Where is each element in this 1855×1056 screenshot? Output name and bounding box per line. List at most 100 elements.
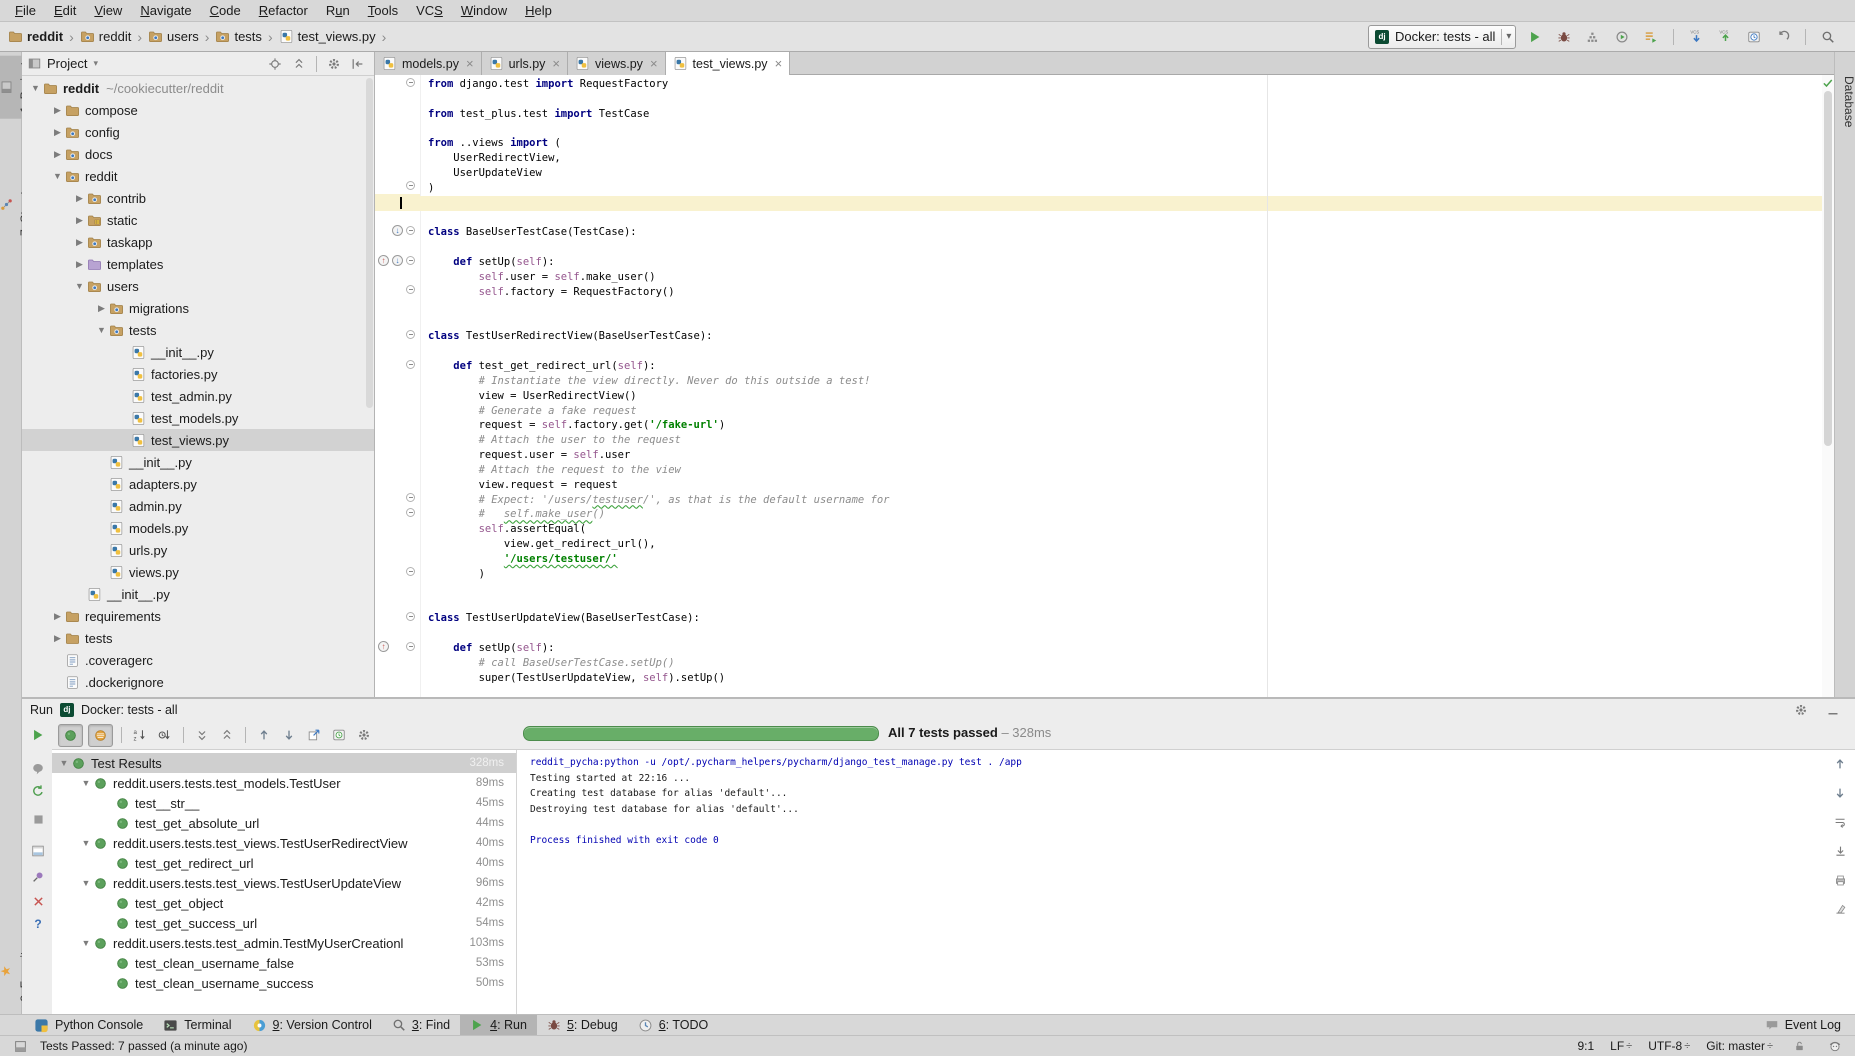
vcs-update-button[interactable]: VCS xyxy=(1686,27,1706,47)
close-tab-icon[interactable]: × xyxy=(775,57,783,70)
previous-occurrence-button[interactable] xyxy=(254,725,274,745)
test-node-test-results[interactable]: ▼Test Results328ms xyxy=(52,753,516,773)
search-everywhere-button[interactable] xyxy=(1818,27,1838,47)
fold-marker-icon[interactable] xyxy=(406,567,415,576)
menu-navigate[interactable]: Navigate xyxy=(131,0,200,22)
fold-marker-icon[interactable] xyxy=(406,612,415,621)
collapsed-arrow-icon[interactable]: ▶ xyxy=(72,216,87,225)
tree-item-reddit[interactable]: ▼reddit~/cookiecutter/reddit xyxy=(22,77,374,99)
print-console-button[interactable] xyxy=(1830,870,1850,890)
fold-marker-icon[interactable] xyxy=(406,508,415,517)
breadcrumb-test-views-py[interactable]: test_views.py xyxy=(279,29,376,44)
tree-item-admin-py[interactable]: admin.py xyxy=(22,495,374,517)
test-node-test-get-success-url[interactable]: test_get_success_url54ms xyxy=(52,913,516,933)
event-log-button[interactable]: Event Log xyxy=(1765,1018,1855,1032)
code-line[interactable] xyxy=(428,240,1822,255)
tree-item-users[interactable]: ▼users xyxy=(22,275,374,297)
code-line[interactable]: # Expect: '/users/testuser/', as that is… xyxy=(428,493,1822,508)
toolwindow-9-version-control[interactable]: 9: Version Control xyxy=(242,1015,382,1035)
git-branch-selector[interactable]: Git: master÷ xyxy=(1706,1039,1773,1053)
vcs-commit-button[interactable]: VCS xyxy=(1715,27,1735,47)
tree-item-config[interactable]: ▶config xyxy=(22,121,374,143)
show-ignored-toggle[interactable] xyxy=(88,724,113,747)
tree-item-tests[interactable]: ▼tests xyxy=(22,319,374,341)
breadcrumb-reddit[interactable]: reddit xyxy=(80,29,132,44)
tree-item-views-py[interactable]: views.py xyxy=(22,561,374,583)
tree-item-init-py[interactable]: __init__.py xyxy=(22,583,374,605)
test-node-test-str[interactable]: test__str__45ms xyxy=(52,793,516,813)
code-line[interactable] xyxy=(375,196,1822,211)
rerun-failed-tests-button[interactable] xyxy=(28,781,48,801)
close-tab-icon[interactable]: × xyxy=(466,57,474,70)
code-line[interactable]: view = UserRedirectView() xyxy=(428,389,1822,404)
override-down-icon[interactable]: ↓ xyxy=(392,225,403,236)
tab-database[interactable]: Database xyxy=(1835,76,1855,127)
expanded-arrow-icon[interactable]: ▼ xyxy=(78,839,94,848)
menu-file[interactable]: File xyxy=(6,0,45,22)
hide-run-panel-button[interactable] xyxy=(1823,700,1843,720)
code-line[interactable]: # self.make_user() xyxy=(428,507,1822,522)
code-line[interactable] xyxy=(428,626,1822,641)
code-line[interactable] xyxy=(428,92,1822,107)
menu-edit[interactable]: Edit xyxy=(45,0,85,22)
editor-tab-views-py[interactable]: views.py× xyxy=(568,52,666,75)
tab-1-project[interactable]: 1: Project xyxy=(0,56,22,119)
collapse-all-button[interactable] xyxy=(289,54,309,74)
code-line[interactable]: self.assertEqual( xyxy=(428,522,1822,537)
tree-item-init-py[interactable]: __init__.py xyxy=(22,451,374,473)
fold-marker-icon[interactable] xyxy=(406,330,415,339)
test-history-button[interactable] xyxy=(329,725,349,745)
stop-button[interactable] xyxy=(28,809,48,829)
close-tab-icon[interactable]: × xyxy=(552,57,560,70)
toolwindow-6-todo[interactable]: 6: TODO xyxy=(628,1015,719,1035)
code-line[interactable]: class BaseUserTestCase(TestCase): xyxy=(428,225,1822,240)
collapsed-arrow-icon[interactable]: ▶ xyxy=(50,106,65,115)
caret-position[interactable]: 9:1 xyxy=(1577,1039,1594,1053)
editor-code-area[interactable]: from django.test import RequestFactoryfr… xyxy=(420,75,1822,697)
toolwindow-terminal[interactable]: Terminal xyxy=(153,1015,241,1035)
code-line[interactable] xyxy=(428,344,1822,359)
expanded-arrow-icon[interactable]: ▼ xyxy=(72,282,87,291)
code-line[interactable]: def setUp(self): xyxy=(428,641,1822,656)
tree-item-models-py[interactable]: models.py xyxy=(22,517,374,539)
code-line[interactable]: # Attach the request to the view xyxy=(428,463,1822,478)
code-line[interactable]: from django.test import RequestFactory xyxy=(428,77,1822,92)
code-line[interactable] xyxy=(428,211,1822,226)
vcs-history-button[interactable] xyxy=(1744,27,1764,47)
run-with-coverage-button[interactable] xyxy=(1583,27,1603,47)
run-configurations-button[interactable] xyxy=(1641,27,1661,47)
scroll-to-end-button[interactable] xyxy=(1830,841,1850,861)
locate-file-button[interactable] xyxy=(265,54,285,74)
editor-tab-test-views-py[interactable]: test_views.py× xyxy=(666,52,791,76)
collapsed-arrow-icon[interactable]: ▶ xyxy=(50,634,65,643)
tab-2-favorites[interactable]: ★2: Favorites xyxy=(0,933,22,1008)
expanded-arrow-icon[interactable]: ▼ xyxy=(78,779,94,788)
code-line[interactable]: self.factory = RequestFactory() xyxy=(428,285,1822,300)
tab-7-structure[interactable]: 7: Structure xyxy=(0,168,22,242)
vcs-rollback-button[interactable] xyxy=(1773,27,1793,47)
tree-item-static[interactable]: ▶static xyxy=(22,209,374,231)
menu-tools[interactable]: Tools xyxy=(359,0,407,22)
tree-item-docs[interactable]: ▶docs xyxy=(22,143,374,165)
code-line[interactable]: # Attach the user to the request xyxy=(428,433,1822,448)
notifications-toggle[interactable] xyxy=(28,759,48,779)
code-line[interactable]: UserRedirectView, xyxy=(428,151,1822,166)
export-test-results-button[interactable] xyxy=(304,725,324,745)
fold-marker-icon[interactable] xyxy=(406,226,415,235)
code-line[interactable]: request = self.factory.get('/fake-url') xyxy=(428,418,1822,433)
tree-item-contrib[interactable]: ▶contrib xyxy=(22,187,374,209)
clear-console-button[interactable] xyxy=(1830,899,1850,919)
code-line[interactable]: # Generate a fake request xyxy=(428,404,1822,419)
fold-marker-icon[interactable] xyxy=(406,181,415,190)
hide-panel-button[interactable] xyxy=(348,54,368,74)
close-tab-icon[interactable]: × xyxy=(650,57,658,70)
expanded-arrow-icon[interactable]: ▼ xyxy=(78,879,94,888)
pin-tab-toggle[interactable] xyxy=(28,867,48,887)
tree-item-test-admin-py[interactable]: test_admin.py xyxy=(22,385,374,407)
collapse-all-button[interactable] xyxy=(217,725,237,745)
console-next-button[interactable] xyxy=(1830,783,1850,803)
tree-item-factories-py[interactable]: factories.py xyxy=(22,363,374,385)
collapsed-arrow-icon[interactable]: ▶ xyxy=(50,150,65,159)
tree-item-dockerignore[interactable]: .dockerignore xyxy=(22,671,374,693)
toolwindow-python-console[interactable]: Python Console xyxy=(24,1015,153,1035)
